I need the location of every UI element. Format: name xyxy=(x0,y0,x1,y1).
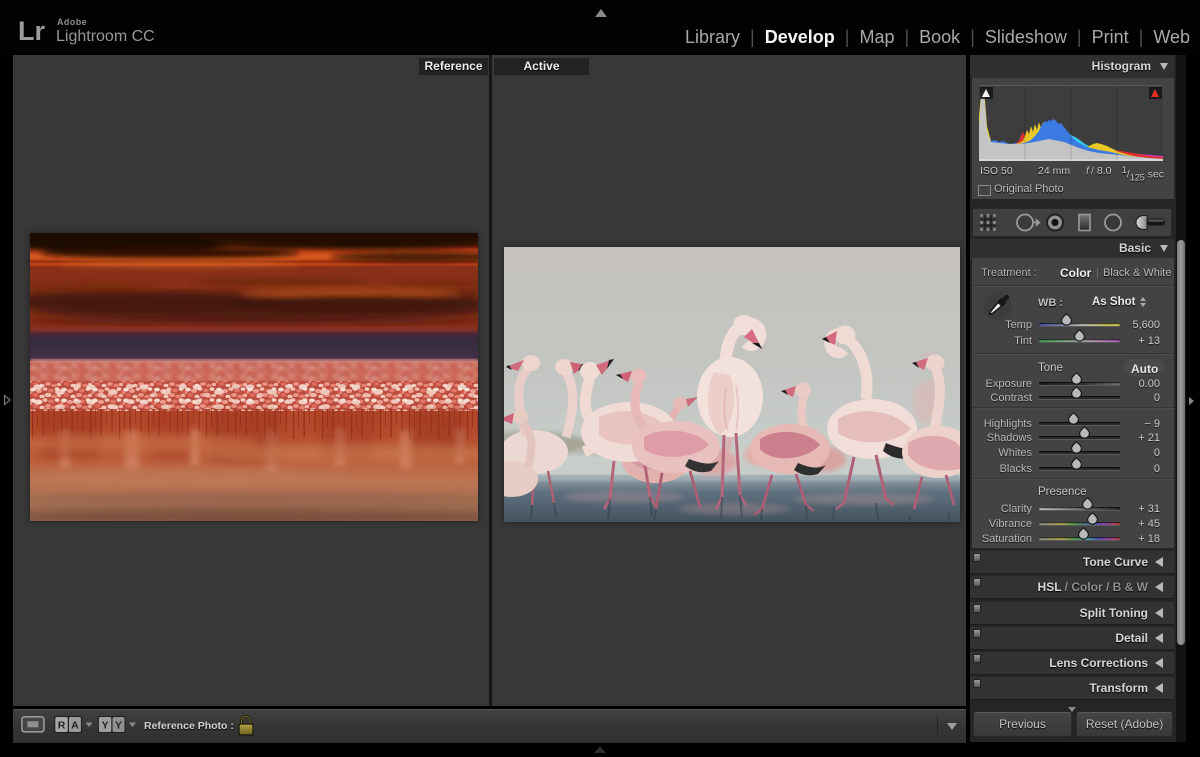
svg-text:R: R xyxy=(58,720,66,732)
svg-text:A: A xyxy=(71,720,79,732)
svg-text:Y: Y xyxy=(102,720,109,732)
svg-text:Y: Y xyxy=(115,720,122,732)
